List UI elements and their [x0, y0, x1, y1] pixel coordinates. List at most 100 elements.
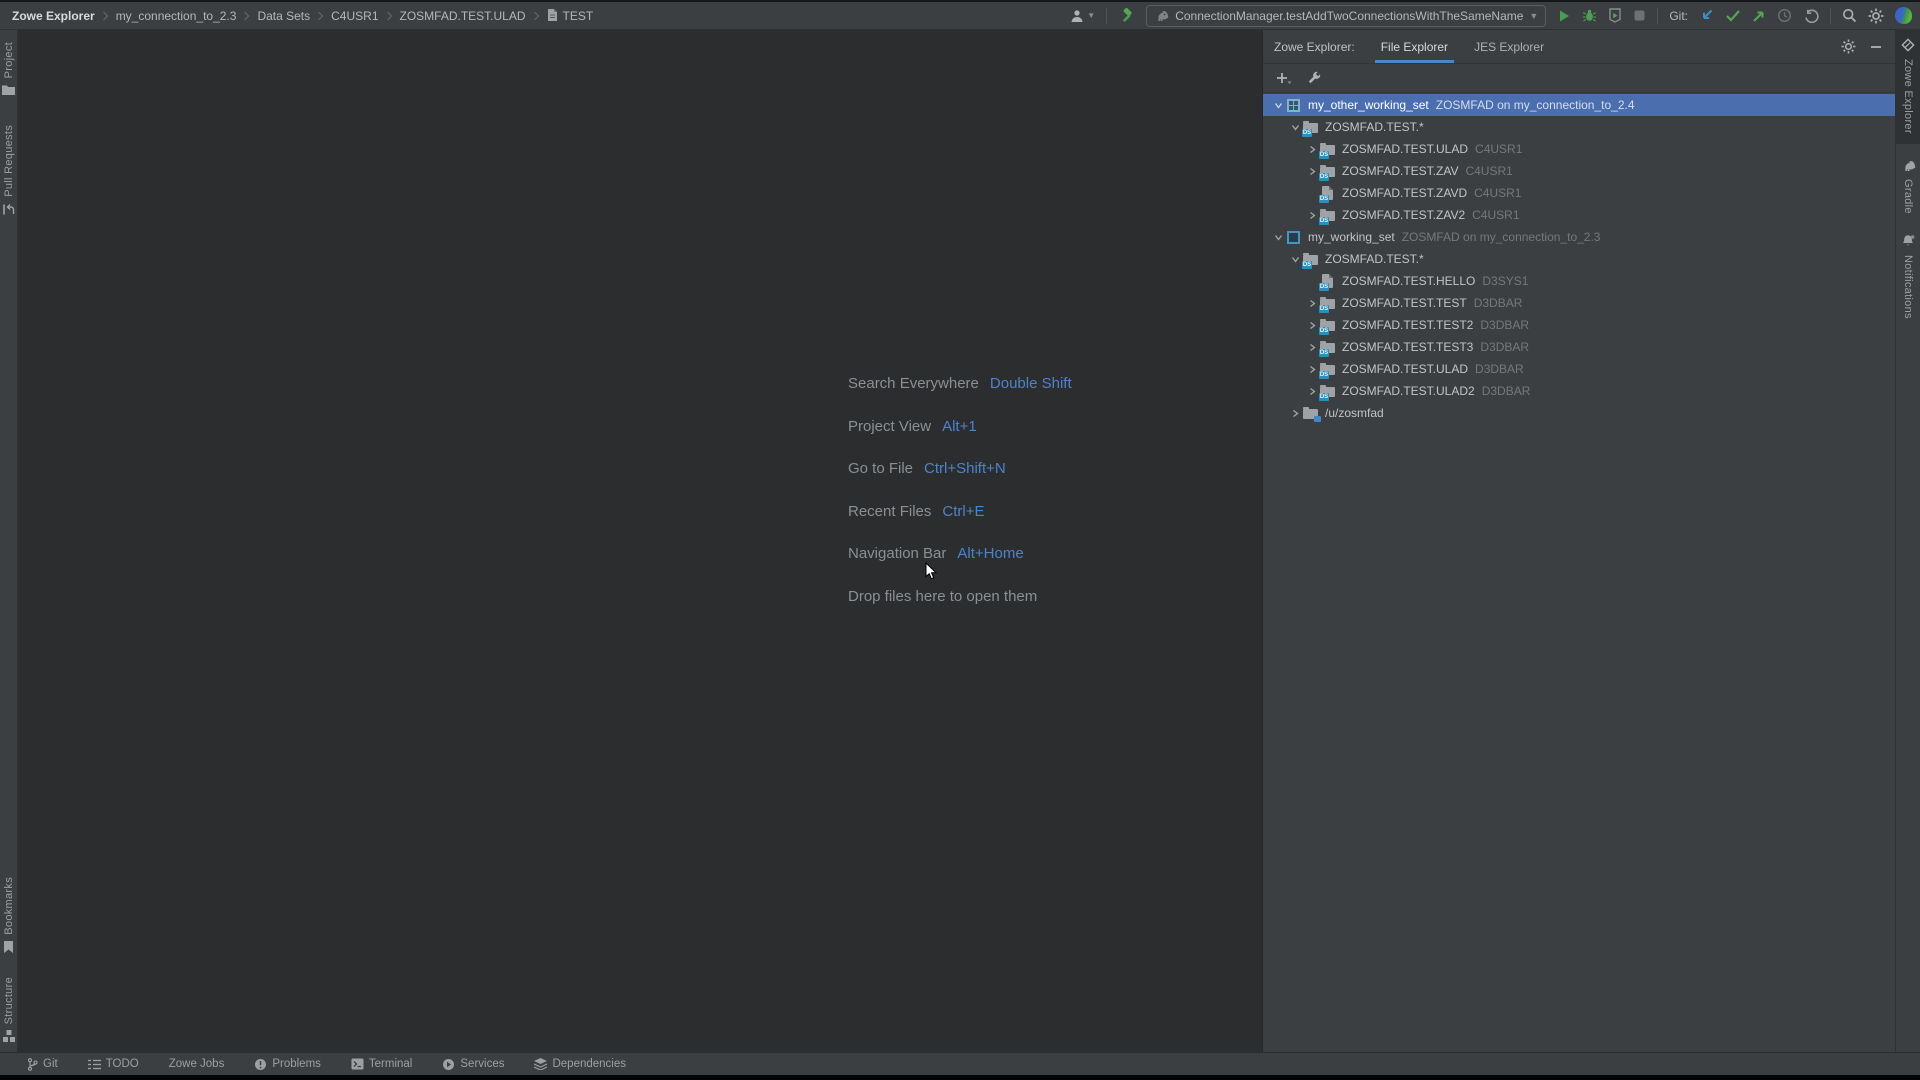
toolbar-separator [1830, 8, 1831, 24]
sidebar-item-project[interactable]: Project [2, 38, 15, 99]
statusbar-item-terminal[interactable]: Terminal [351, 1058, 412, 1070]
caret-down-icon: ▼ [1529, 11, 1538, 21]
tab-file-explorer[interactable]: File Explorer [1375, 30, 1454, 63]
git-label: Git: [1669, 9, 1688, 23]
chevron-collapsed-icon[interactable] [1305, 387, 1320, 396]
breadcrumb-item-user[interactable]: C4USR1 [331, 9, 378, 23]
chevron-expanded-icon[interactable] [1288, 255, 1303, 264]
add-button[interactable] [1276, 71, 1292, 85]
wrench-icon[interactable] [1307, 71, 1321, 85]
dataset-folder-icon: DS [1320, 163, 1337, 179]
chevron-collapsed-icon[interactable] [1305, 365, 1320, 374]
settings-button[interactable] [1868, 5, 1884, 27]
tree-row[interactable]: DS ZOSMFAD.TEST.ULAD D3DBAR [1263, 358, 1895, 380]
search-everywhere-button[interactable] [1842, 5, 1857, 27]
run-with-coverage-button[interactable] [1608, 5, 1622, 27]
layers-icon [534, 1058, 547, 1070]
tree-row[interactable]: DS ZOSMFAD.TEST.TEST2 D3DBAR [1263, 314, 1895, 336]
hint-project-view: Project ViewAlt+1 [848, 418, 977, 435]
dataset-file-icon: DS [1320, 185, 1337, 201]
statusbar-item-todo[interactable]: TODO [88, 1058, 139, 1070]
hint-label: Search Everywhere [848, 375, 979, 392]
chevron-collapsed-icon[interactable] [1288, 409, 1303, 418]
tree-row[interactable]: DS ZOSMFAD.TEST.ULAD C4USR1 [1263, 138, 1895, 160]
file-icon [547, 9, 558, 22]
sidebar-item-zowe-explorer[interactable]: Zowe Explorer [1896, 30, 1920, 144]
chevron-right-icon [243, 11, 250, 21]
tree-row[interactable]: my_working_set ZOSMFAD on my_connection_… [1263, 226, 1895, 248]
statusbar-item-git[interactable]: Git [27, 1058, 58, 1071]
breadcrumb-item-dataset[interactable]: ZOSMFAD.TEST.ULAD [400, 9, 526, 23]
tree-row[interactable]: DS ZOSMFAD.TEST.ULAD2 D3DBAR [1263, 380, 1895, 402]
tree-row[interactable]: DS ZOSMFAD.TEST.TEST D3DBAR [1263, 292, 1895, 314]
chevron-collapsed-icon[interactable] [1305, 343, 1320, 352]
breadcrumb-item-connection[interactable]: my_connection_to_2.3 [116, 9, 237, 23]
tree-row[interactable]: DS ZOSMFAD.TEST.HELLO D3SYS1 [1263, 270, 1895, 292]
hint-shortcut: Alt+Home [957, 545, 1023, 562]
window-bottom-edge [0, 1075, 1920, 1080]
chevron-expanded-icon[interactable] [1271, 233, 1286, 242]
tree-row[interactable]: DS ZOSMFAD.TEST.ZAV2 C4USR1 [1263, 204, 1895, 226]
caret-down-icon: ▼ [1087, 11, 1095, 20]
statusbar-item-zowe-jobs[interactable]: Zowe Jobs [169, 1058, 225, 1070]
tab-jes-explorer[interactable]: JES Explorer [1468, 30, 1550, 63]
dataset-folder-icon: DS [1320, 317, 1337, 333]
dataset-folder-icon: DS [1320, 361, 1337, 377]
breadcrumb-item-root[interactable]: Zowe Explorer [12, 9, 95, 23]
chevron-collapsed-icon[interactable] [1305, 321, 1320, 330]
sidebar-item-structure[interactable]: Structure [3, 973, 15, 1046]
debug-button[interactable] [1582, 5, 1597, 27]
user-profile-button[interactable]: ▼ [1069, 5, 1095, 27]
chevron-expanded-icon[interactable] [1288, 123, 1303, 132]
tree-row[interactable]: DS ZOSMFAD.TEST.ZAVD C4USR1 [1263, 182, 1895, 204]
breadcrumb-item-member[interactable]: TEST [547, 9, 594, 23]
run-configuration-select[interactable]: ConnectionManager.testAddTwoConnectionsW… [1146, 5, 1546, 27]
run-button[interactable] [1557, 5, 1571, 27]
hint-navigation-bar: Navigation Bar Alt+Home [848, 545, 1024, 562]
hide-tool-window-button[interactable] [1870, 41, 1882, 53]
statusbar-item-problems[interactable]: Problems [254, 1058, 321, 1071]
tree-row[interactable]: DS ZOSMFAD.TEST.* [1263, 248, 1895, 270]
sidebar-item-gradle[interactable]: Gradle [1901, 156, 1916, 218]
git-update-button[interactable] [1699, 5, 1714, 27]
editor-area[interactable]: Search EverywhereDouble Shift Project Vi… [18, 30, 1263, 1052]
stop-button[interactable] [1633, 5, 1646, 27]
chevron-expanded-icon[interactable] [1271, 101, 1286, 110]
build-button[interactable] [1118, 5, 1135, 27]
rollback-button[interactable] [1803, 5, 1819, 27]
breadcrumb-item-datasets[interactable]: Data Sets [257, 9, 310, 23]
git-push-button[interactable] [1752, 5, 1766, 27]
code-with-me-avatar[interactable] [1895, 5, 1912, 27]
tree-row[interactable]: DS ZOSMFAD.TEST.* [1263, 116, 1895, 138]
statusbar-item-dependencies[interactable]: Dependencies [534, 1058, 626, 1070]
tree-row[interactable]: /u/zosmfad [1263, 402, 1895, 424]
tool-window-title: Zowe Explorer: [1274, 40, 1355, 54]
hint-drop-files: Drop files here to open them [848, 588, 1037, 605]
working-set-icon [1286, 97, 1303, 113]
chevron-collapsed-icon[interactable] [1305, 211, 1320, 220]
zowe-icon [1901, 38, 1915, 52]
chevron-collapsed-icon[interactable] [1305, 145, 1320, 154]
chevron-collapsed-icon[interactable] [1305, 299, 1320, 308]
status-bar: Git TODO Zowe Jobs Problems Terminal Ser… [0, 1052, 1920, 1075]
dataset-folder-icon: DS [1320, 383, 1337, 399]
history-button[interactable] [1777, 5, 1792, 27]
sidebar-item-bookmarks[interactable]: Bookmarks [3, 873, 15, 957]
run-configuration-name: ConnectionManager.testAddTwoConnectionsW… [1175, 9, 1523, 23]
tree-row[interactable]: my_other_working_set ZOSMFAD on my_conne… [1263, 94, 1895, 116]
git-commit-button[interactable] [1725, 5, 1741, 27]
chevron-collapsed-icon[interactable] [1305, 167, 1320, 176]
toolbar-separator [1657, 8, 1658, 24]
sidebar-item-pull-requests[interactable]: Pull Requests [2, 121, 15, 220]
coverage-icon [1608, 8, 1622, 23]
statusbar-item-services[interactable]: Services [442, 1058, 504, 1071]
tree-row[interactable]: DS ZOSMFAD.TEST.TEST3 D3DBAR [1263, 336, 1895, 358]
hint-label: Navigation Bar [848, 545, 946, 562]
tree-row[interactable]: DS ZOSMFAD.TEST.ZAV C4USR1 [1263, 160, 1895, 182]
hint-recent-files: Recent FilesCtrl+E [848, 503, 984, 520]
sidebar-item-notifications[interactable]: Notifications [1901, 230, 1915, 323]
folder-icon [2, 84, 15, 95]
check-icon [1725, 9, 1741, 22]
dataset-mask-icon: DS [1303, 251, 1320, 267]
tool-window-settings-button[interactable] [1841, 39, 1856, 54]
